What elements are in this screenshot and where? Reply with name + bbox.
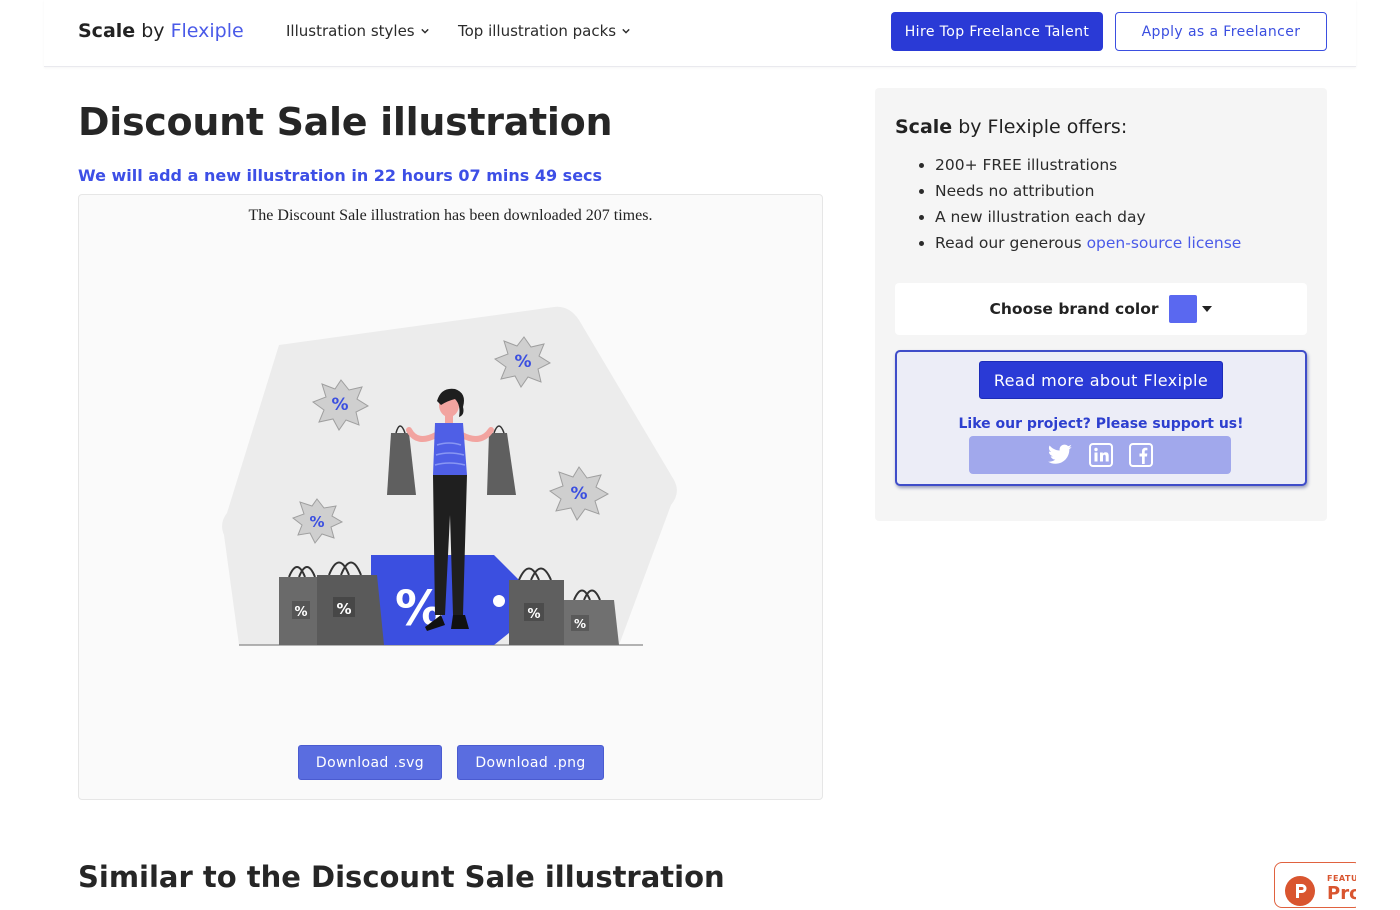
badge-clip-overlay: [1356, 850, 1400, 910]
offer-item: Needs no attribution: [935, 178, 1241, 204]
offers-title: Scale by Flexiple offers:: [895, 116, 1127, 138]
product-hunt-badge[interactable]: FEATU Pro: [1274, 862, 1362, 908]
read-more-button[interactable]: Read more about Flexiple: [979, 361, 1223, 399]
download-svg-button[interactable]: Download .svg: [298, 745, 442, 780]
open-source-license-link[interactable]: open-source license: [1087, 234, 1242, 252]
offer-item: 200+ FREE illustrations: [935, 152, 1241, 178]
similar-section-title: Similar to the Discount Sale illustratio…: [78, 860, 725, 894]
offers-list: 200+ FREE illustrations Needs no attribu…: [915, 152, 1241, 256]
hire-talent-button[interactable]: Hire Top Freelance Talent: [891, 12, 1103, 51]
logo-scale-text: Scale: [78, 20, 136, 42]
svg-text:%: %: [336, 600, 351, 618]
support-box: Read more about Flexiple Like our projec…: [895, 350, 1307, 486]
nav-illustration-styles[interactable]: Illustration styles: [286, 22, 429, 40]
top-navbar: Scale by Flexiple Illustration styles To…: [44, 0, 1356, 67]
caret-down-icon[interactable]: [1201, 304, 1213, 314]
support-text: Like our project? Please support us!: [958, 416, 1244, 432]
nav-label: Top illustration packs: [458, 22, 617, 40]
page-title: Discount Sale illustration: [78, 100, 613, 144]
twitter-icon[interactable]: [1047, 444, 1073, 466]
linkedin-icon[interactable]: [1089, 443, 1113, 467]
svg-text:%: %: [574, 617, 586, 631]
svg-text:%: %: [294, 605, 307, 620]
offers-title-bold: Scale: [895, 116, 953, 138]
license-prefix: Read our generous: [935, 234, 1087, 252]
logo-brand-text: Flexiple: [170, 20, 244, 42]
discount-sale-illustration: % % % % % % % % %: [222, 306, 677, 646]
social-share-bar: [969, 436, 1231, 474]
svg-text:%: %: [309, 513, 324, 531]
illustration-card: The Discount Sale illustration has been …: [78, 194, 823, 800]
badge-top-text: FEATU: [1327, 874, 1358, 883]
brand-color-picker[interactable]: Choose brand color: [895, 283, 1307, 335]
countdown-text: We will add a new illustration in 22 hou…: [78, 166, 603, 185]
facebook-icon[interactable]: [1129, 443, 1153, 467]
svg-text:%: %: [570, 484, 587, 504]
apply-freelancer-button[interactable]: Apply as a Freelancer: [1115, 12, 1327, 51]
download-count-text: The Discount Sale illustration has been …: [248, 207, 653, 224]
brand-color-label: Choose brand color: [989, 300, 1159, 318]
svg-text:%: %: [331, 395, 348, 415]
offer-item-license: Read our generous open-source license: [935, 230, 1241, 256]
chevron-down-icon: [420, 28, 429, 34]
nav-top-illustration-packs[interactable]: Top illustration packs: [458, 22, 630, 40]
offers-sidebar: Scale by Flexiple offers: 200+ FREE illu…: [875, 88, 1327, 521]
chevron-down-icon: [622, 28, 630, 34]
site-logo[interactable]: Scale by Flexiple: [78, 20, 244, 42]
brand-color-swatch[interactable]: [1168, 295, 1197, 323]
nav-label: Illustration styles: [286, 22, 415, 40]
svg-text:%: %: [527, 607, 540, 622]
svg-text:%: %: [514, 352, 531, 372]
download-png-button[interactable]: Download .png: [457, 745, 604, 780]
logo-by-text: by: [135, 20, 171, 42]
offers-title-rest: by Flexiple offers:: [952, 116, 1128, 138]
offer-item: A new illustration each day: [935, 204, 1241, 230]
